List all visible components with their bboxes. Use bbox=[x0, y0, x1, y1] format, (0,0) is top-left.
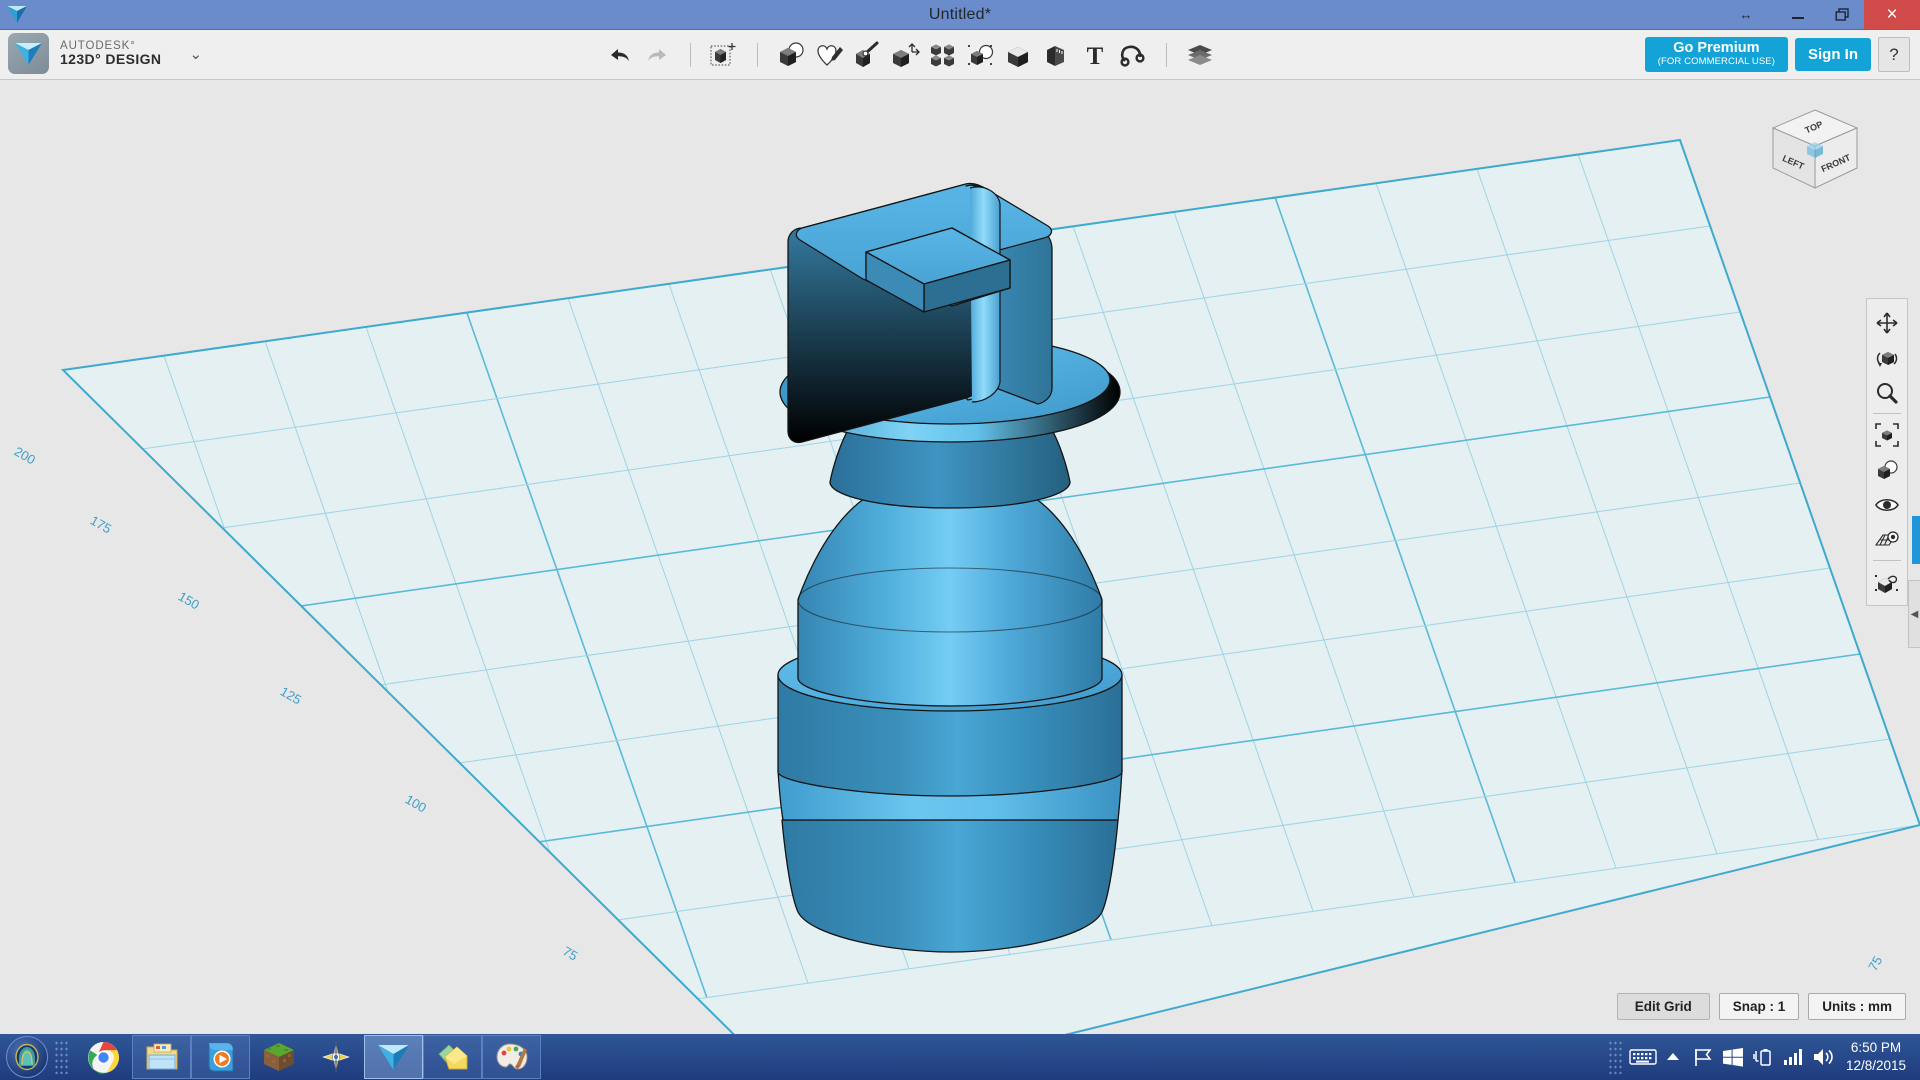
units-value[interactable]: Units : mm bbox=[1808, 993, 1906, 1020]
snap-tool-button[interactable] bbox=[1114, 35, 1152, 75]
keyboard-icon[interactable] bbox=[1628, 1034, 1658, 1080]
material-tool-button[interactable] bbox=[1181, 35, 1219, 75]
viewport-scroll-indicator[interactable] bbox=[1912, 516, 1920, 564]
redo-button[interactable] bbox=[638, 35, 676, 75]
app-logo-icon bbox=[0, 0, 34, 29]
grid-tool-button[interactable] bbox=[1870, 522, 1904, 557]
window-controls: ↔ × bbox=[1716, 0, 1920, 29]
nav-divider-2 bbox=[1873, 560, 1901, 561]
action-center-flag-icon[interactable] bbox=[1688, 1034, 1718, 1080]
pan-tool-button[interactable] bbox=[1870, 305, 1904, 340]
construct-tool-button[interactable] bbox=[848, 35, 886, 75]
measure-tool-button[interactable] bbox=[1038, 35, 1076, 75]
svg-text:T: T bbox=[1087, 43, 1104, 68]
go-premium-button[interactable]: Go Premium (FOR COMMERCIAL USE) bbox=[1644, 37, 1788, 72]
window-title-bar: Untitled* ↔ × bbox=[0, 0, 1920, 30]
fit-tool-button[interactable] bbox=[1870, 417, 1904, 452]
toolbar-divider-3 bbox=[1166, 42, 1167, 67]
material-picker-tool-button[interactable] bbox=[1870, 564, 1904, 599]
tray-grip bbox=[1607, 1040, 1622, 1074]
taskbar-grip bbox=[54, 1040, 70, 1074]
toolbar-divider-2 bbox=[757, 42, 758, 67]
zoom-tool-button[interactable] bbox=[1870, 375, 1904, 410]
text-tool-button[interactable]: T bbox=[1076, 35, 1114, 75]
volume-icon[interactable] bbox=[1808, 1034, 1838, 1080]
taskbar-chrome[interactable] bbox=[75, 1036, 132, 1078]
combine-tool-button[interactable] bbox=[1000, 35, 1038, 75]
taskbar-clock[interactable]: 6:50 PM 12/8/2015 bbox=[1838, 1039, 1920, 1075]
viewport-status-bar: Edit Grid Snap : 1 Units : mm bbox=[1616, 993, 1906, 1020]
taskbar-game[interactable] bbox=[307, 1036, 364, 1078]
window-title: Untitled* bbox=[928, 6, 992, 23]
orbit-tool-button[interactable] bbox=[1870, 340, 1904, 375]
main-toolbar: AUTODESK° 123D° DESIGN ⌄ T Go Premium (F… bbox=[0, 30, 1920, 80]
sketch-tool-button[interactable] bbox=[810, 35, 848, 75]
primitives-tool-button[interactable] bbox=[772, 35, 810, 75]
autodesk-logo-icon bbox=[8, 33, 49, 74]
go-premium-title: Go Premium bbox=[1673, 40, 1760, 57]
clock-date: 12/8/2015 bbox=[1845, 1058, 1906, 1073]
show-hidden-icons-icon[interactable] bbox=[1658, 1034, 1688, 1080]
windows-taskbar: 6:50 PM 12/8/2015 bbox=[0, 1034, 1920, 1080]
pattern-tool-button[interactable] bbox=[924, 35, 962, 75]
windows-logo-icon[interactable] bbox=[1718, 1034, 1748, 1080]
model-3d-object[interactable] bbox=[770, 130, 1200, 1034]
navigation-toolbar bbox=[1866, 298, 1908, 606]
taskbar-minecraft[interactable] bbox=[250, 1036, 307, 1078]
toolbar-divider-1 bbox=[690, 42, 691, 67]
account-area: Go Premium (FOR COMMERCIAL USE) Sign In … bbox=[1644, 37, 1910, 72]
3d-viewport[interactable]: 200 175 150 125 100 75 75 TOP LEFT FRONT… bbox=[0, 80, 1920, 1034]
taskbar-paint[interactable] bbox=[482, 1035, 541, 1079]
close-button[interactable]: × bbox=[1864, 0, 1920, 29]
view-cube[interactable]: TOP LEFT FRONT bbox=[1765, 104, 1865, 196]
system-tray: 6:50 PM 12/8/2015 bbox=[1607, 1034, 1920, 1080]
brand-line-product: 123D° DESIGN bbox=[60, 51, 162, 68]
snap-value[interactable]: Snap : 1 bbox=[1718, 993, 1800, 1020]
signal-bars-icon[interactable] bbox=[1778, 1034, 1808, 1080]
transform-tool-button[interactable] bbox=[705, 35, 743, 75]
restore-button[interactable] bbox=[1820, 0, 1864, 29]
taskbar-sticky-notes[interactable] bbox=[423, 1035, 482, 1079]
undo-button[interactable] bbox=[600, 35, 638, 75]
view-style-tool-button[interactable] bbox=[1870, 452, 1904, 487]
taskbar-123d-design[interactable] bbox=[364, 1035, 423, 1079]
taskbar-media-player[interactable] bbox=[191, 1035, 250, 1079]
taskbar-file-explorer[interactable] bbox=[132, 1035, 191, 1079]
visibility-tool-button[interactable] bbox=[1870, 487, 1904, 522]
grouping-tool-button[interactable] bbox=[962, 35, 1000, 75]
tool-group: T bbox=[600, 30, 1219, 79]
nav-divider-1 bbox=[1873, 413, 1901, 414]
brand-area[interactable]: AUTODESK° 123D° DESIGN ⌄ bbox=[8, 33, 202, 74]
panel-collapse-handle[interactable]: ◀ bbox=[1908, 580, 1920, 648]
edit-grid-button[interactable]: Edit Grid bbox=[1616, 993, 1710, 1020]
sign-in-button[interactable]: Sign In bbox=[1795, 38, 1871, 71]
battery-icon[interactable] bbox=[1748, 1034, 1778, 1080]
chevron-down-icon[interactable]: ⌄ bbox=[189, 45, 202, 63]
start-button[interactable] bbox=[6, 1036, 48, 1078]
help-button[interactable]: ? bbox=[1878, 37, 1910, 72]
modify-tool-button[interactable] bbox=[886, 35, 924, 75]
go-premium-subtitle: (FOR COMMERCIAL USE) bbox=[1657, 55, 1775, 67]
clock-time: 6:50 PM bbox=[1850, 1039, 1902, 1055]
resize-arrows-icon[interactable]: ↔ bbox=[1716, 0, 1776, 29]
minimize-button[interactable] bbox=[1776, 0, 1820, 29]
